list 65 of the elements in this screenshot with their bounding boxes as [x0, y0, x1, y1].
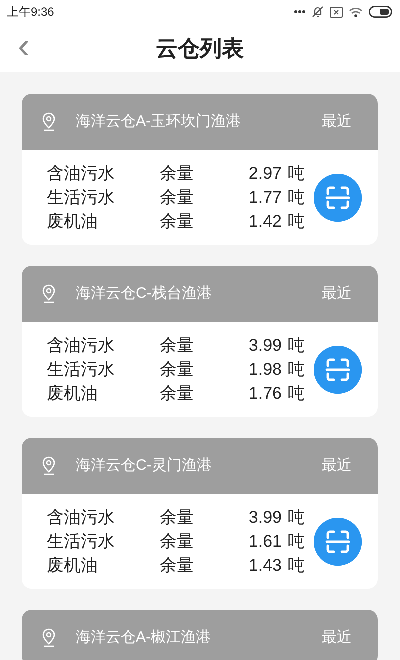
remaining-value: 1.43 [248, 554, 282, 577]
waste-type: 废机油 [47, 554, 99, 577]
unit-label: 吨 [288, 554, 305, 577]
remaining-label: 余量 [160, 358, 195, 381]
nearest-label: 最近 [322, 112, 352, 132]
remaining-value: 1.42 [248, 210, 282, 233]
remaining-label: 余量 [160, 334, 195, 357]
unit-label: 吨 [288, 530, 305, 553]
waste-type: 含油污水 [47, 506, 116, 529]
waste-type: 含油污水 [47, 162, 116, 185]
unit-label: 吨 [288, 210, 305, 233]
remaining-value: 1.61 [248, 530, 282, 553]
unit-label: 吨 [288, 506, 305, 529]
wifi-icon [349, 6, 363, 18]
warehouse-name: 海洋云仓C-栈台渔港 [76, 284, 213, 304]
remaining-label: 余量 [160, 382, 195, 405]
more-icon [294, 10, 306, 14]
location-pin-icon [41, 628, 57, 648]
remaining-label: 余量 [160, 554, 195, 577]
waste-type: 生活污水 [47, 530, 116, 553]
waste-type: 废机油 [47, 382, 99, 405]
remaining-value: 1.98 [248, 358, 282, 381]
nearest-label: 最近 [322, 628, 352, 648]
waste-type: 含油污水 [47, 334, 116, 357]
unit-label: 吨 [288, 186, 305, 209]
warehouse-card[interactable]: 海洋云仓C-栈台渔港 最近 含油污水 余量 3.99 吨 生活污水 余量 1.98 吨 废机油 余量 1.76 吨 [22, 266, 378, 417]
scan-button[interactable] [314, 346, 362, 394]
remaining-value: 1.77 [248, 186, 282, 209]
remaining-label: 余量 [160, 210, 195, 233]
muted-bell-icon [312, 6, 324, 18]
waste-type: 生活污水 [47, 186, 116, 209]
remaining-label: 余量 [160, 506, 195, 529]
warehouse-card[interactable]: 海洋云仓A-玉环坎门渔港 最近 含油污水 余量 2.97 吨 生活污水 余量 1.77 吨 废机油 余量 1.42 吨 [22, 94, 378, 245]
scan-button[interactable] [314, 518, 362, 566]
warehouse-card[interactable]: 海洋云仓C-灵门渔港 最近 含油污水 余量 3.99 吨 生活污水 余量 1.61 吨 废机油 余量 1.43 吨 [22, 438, 378, 589]
nearest-label: 最近 [322, 284, 352, 304]
scan-icon [314, 174, 362, 222]
battery-icon [369, 6, 393, 18]
remaining-label: 余量 [160, 530, 195, 553]
scan-icon [314, 346, 362, 394]
waste-type: 生活污水 [47, 358, 116, 381]
nearest-label: 最近 [322, 456, 352, 476]
scan-icon [314, 518, 362, 566]
remaining-value: 1.76 [248, 382, 282, 405]
waste-type: 废机油 [47, 210, 99, 233]
remaining-value: 3.99 [248, 334, 282, 357]
remaining-value: 2.97 [248, 162, 282, 185]
location-pin-icon [41, 284, 57, 304]
back-button[interactable]: ‹ [18, 30, 30, 62]
unit-label: 吨 [288, 334, 305, 357]
status-time: 上午9:36 [7, 4, 54, 21]
warehouse-name: 海洋云仓A-椒江渔港 [76, 628, 212, 648]
remaining-label: 余量 [160, 162, 195, 185]
sim-icon [330, 6, 343, 18]
warehouse-name: 海洋云仓C-灵门渔港 [76, 456, 213, 476]
warehouse-name: 海洋云仓A-玉环坎门渔港 [76, 112, 242, 132]
remaining-value: 3.99 [248, 506, 282, 529]
unit-label: 吨 [288, 358, 305, 381]
unit-label: 吨 [288, 162, 305, 185]
unit-label: 吨 [288, 382, 305, 405]
page-title: 云仓列表 [156, 34, 244, 62]
location-pin-icon [41, 112, 57, 132]
location-pin-icon [41, 456, 57, 476]
remaining-label: 余量 [160, 186, 195, 209]
scan-button[interactable] [314, 174, 362, 222]
